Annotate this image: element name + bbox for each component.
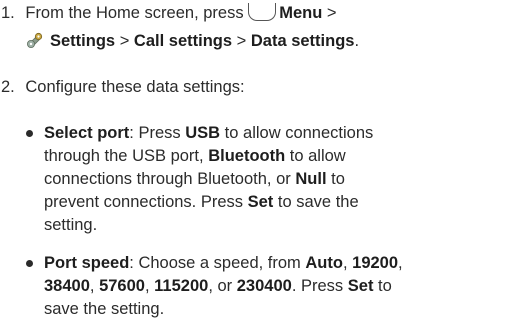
speed-19200: 19200: [352, 254, 399, 272]
text: to: [378, 277, 392, 295]
bullet-2-line-2: 38400, 57600, 115200, or 230400. Press S…: [44, 276, 392, 296]
separator: >: [236, 32, 247, 50]
text: ,: [342, 254, 348, 272]
separator: >: [119, 32, 130, 50]
document-page: 1. From the Home screen, press Menu > Se…: [0, 0, 511, 325]
port-speed-title: Port speed: [44, 254, 130, 272]
select-port-title: Select port: [44, 124, 130, 142]
bullet-dot: [26, 260, 33, 267]
step-1-line-2: Settings > Call settings > Data settings…: [26, 31, 359, 51]
text: through the USB port,: [44, 147, 204, 165]
text: prevent connections. Press: [44, 193, 244, 211]
text: to allow: [289, 147, 346, 165]
text: connections through Bluetooth, or: [44, 170, 291, 188]
set-label: Set: [347, 277, 374, 295]
data-settings-label: Data settings: [250, 32, 355, 50]
bullet-dot: [26, 130, 33, 137]
step-2-number: 2.: [1, 78, 15, 96]
bullet-1-line-4: prevent connections. Press Set to save t…: [44, 192, 359, 212]
menu-label: Menu: [279, 4, 323, 22]
text: to allow connections: [224, 124, 374, 142]
bullet-1-line-2: through the USB port, Bluetooth to allow: [44, 146, 346, 166]
bullet-2-line-1: Port speed: Choose a speed, from Auto, 1…: [44, 253, 403, 273]
step-1-intro: From the Home screen, press: [25, 4, 244, 22]
text: setting.: [44, 216, 98, 234]
menu-key-icon: [248, 3, 277, 21]
text: to save the: [277, 193, 359, 211]
speed-38400: 38400: [44, 277, 90, 295]
step-2-text: Configure these data settings:: [25, 78, 245, 96]
usb-option: USB: [185, 124, 221, 142]
call-settings-label: Call settings: [133, 32, 233, 50]
null-option: Null: [295, 170, 327, 188]
text: . Press: [291, 277, 344, 295]
speed-115200: 115200: [154, 277, 209, 295]
text: , or: [208, 277, 233, 295]
text: save the setting.: [44, 300, 165, 318]
set-label: Set: [247, 193, 274, 211]
text: to: [331, 170, 345, 188]
text: : Press: [129, 124, 181, 142]
speed-57600: 57600: [99, 277, 145, 295]
speed-230400: 230400: [236, 277, 292, 295]
text: ,: [144, 277, 150, 295]
text: ,: [89, 277, 95, 295]
step-1-number: 1.: [1, 4, 15, 22]
text: ,: [398, 254, 403, 272]
text: : Choose a speed, from: [129, 254, 301, 272]
separator: >: [326, 4, 337, 22]
bluetooth-option: Bluetooth: [208, 147, 286, 165]
auto-option: Auto: [305, 254, 343, 272]
settings-label: Settings: [50, 32, 116, 50]
settings-gear-icon: [27, 32, 43, 48]
bullet-1-line-5: setting.: [44, 215, 97, 235]
step-2-line: 2. Configure these data settings:: [1, 77, 245, 97]
period: .: [354, 32, 360, 50]
bullet-1-line-1: Select port: Press USB to allow connecti…: [44, 123, 373, 143]
bullet-2-line-3: save the setting.: [44, 299, 164, 319]
step-1-line-1: 1. From the Home screen, press Menu >: [1, 3, 337, 23]
bullet-1-line-3: connections through Bluetooth, or Null t…: [44, 169, 345, 189]
